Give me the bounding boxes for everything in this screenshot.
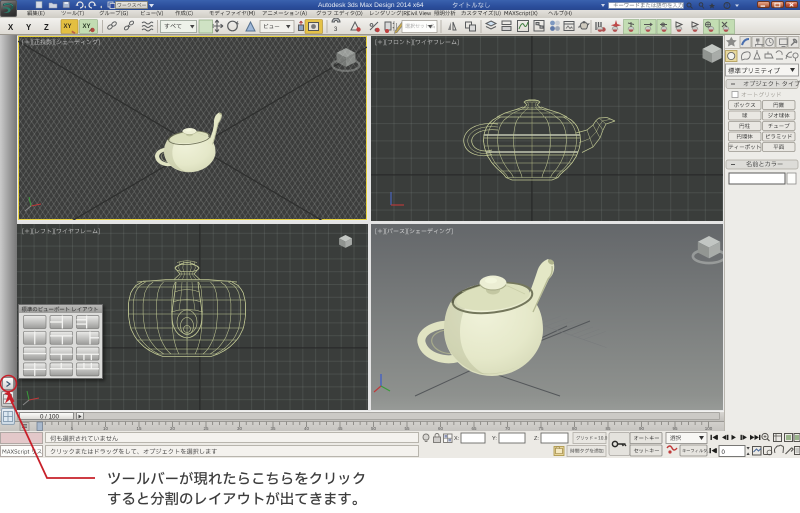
svg-text:35: 35 bbox=[270, 426, 276, 431]
svg-text:XY: XY bbox=[64, 24, 72, 30]
svg-text:Autodesk 3ds Max Design 2014 x: Autodesk 3ds Max Design 2014 x64 bbox=[318, 2, 424, 9]
svg-text:25: 25 bbox=[203, 426, 209, 431]
svg-text:30: 30 bbox=[237, 426, 243, 431]
svg-text:10: 10 bbox=[103, 426, 109, 431]
svg-text:15: 15 bbox=[136, 426, 142, 431]
svg-text:55: 55 bbox=[404, 426, 410, 431]
svg-text:Y: Y bbox=[26, 23, 32, 32]
svg-text:60: 60 bbox=[438, 426, 444, 431]
svg-text:65: 65 bbox=[471, 426, 477, 431]
svg-text:85: 85 bbox=[605, 426, 611, 431]
svg-text:70: 70 bbox=[505, 426, 511, 431]
svg-text:50: 50 bbox=[371, 426, 377, 431]
svg-text:45: 45 bbox=[337, 426, 343, 431]
svg-text:Y:: Y: bbox=[492, 436, 497, 442]
svg-text:100: 100 bbox=[705, 426, 713, 431]
svg-text:40: 40 bbox=[304, 426, 310, 431]
svg-text:Z: Z bbox=[44, 23, 49, 32]
svg-text:95: 95 bbox=[672, 426, 678, 431]
svg-text:XY: XY bbox=[83, 24, 91, 30]
svg-text:20: 20 bbox=[170, 426, 176, 431]
svg-text:X: X bbox=[8, 23, 14, 32]
svg-text:Z:: Z: bbox=[534, 436, 539, 442]
svg-text:0: 0 bbox=[722, 450, 726, 456]
svg-text:X:: X: bbox=[454, 436, 460, 442]
svg-text:0 / 100: 0 / 100 bbox=[40, 413, 59, 420]
svg-text:5: 5 bbox=[71, 426, 74, 431]
svg-text:80: 80 bbox=[572, 426, 578, 431]
svg-text:90: 90 bbox=[639, 426, 645, 431]
svg-text:75: 75 bbox=[538, 426, 544, 431]
